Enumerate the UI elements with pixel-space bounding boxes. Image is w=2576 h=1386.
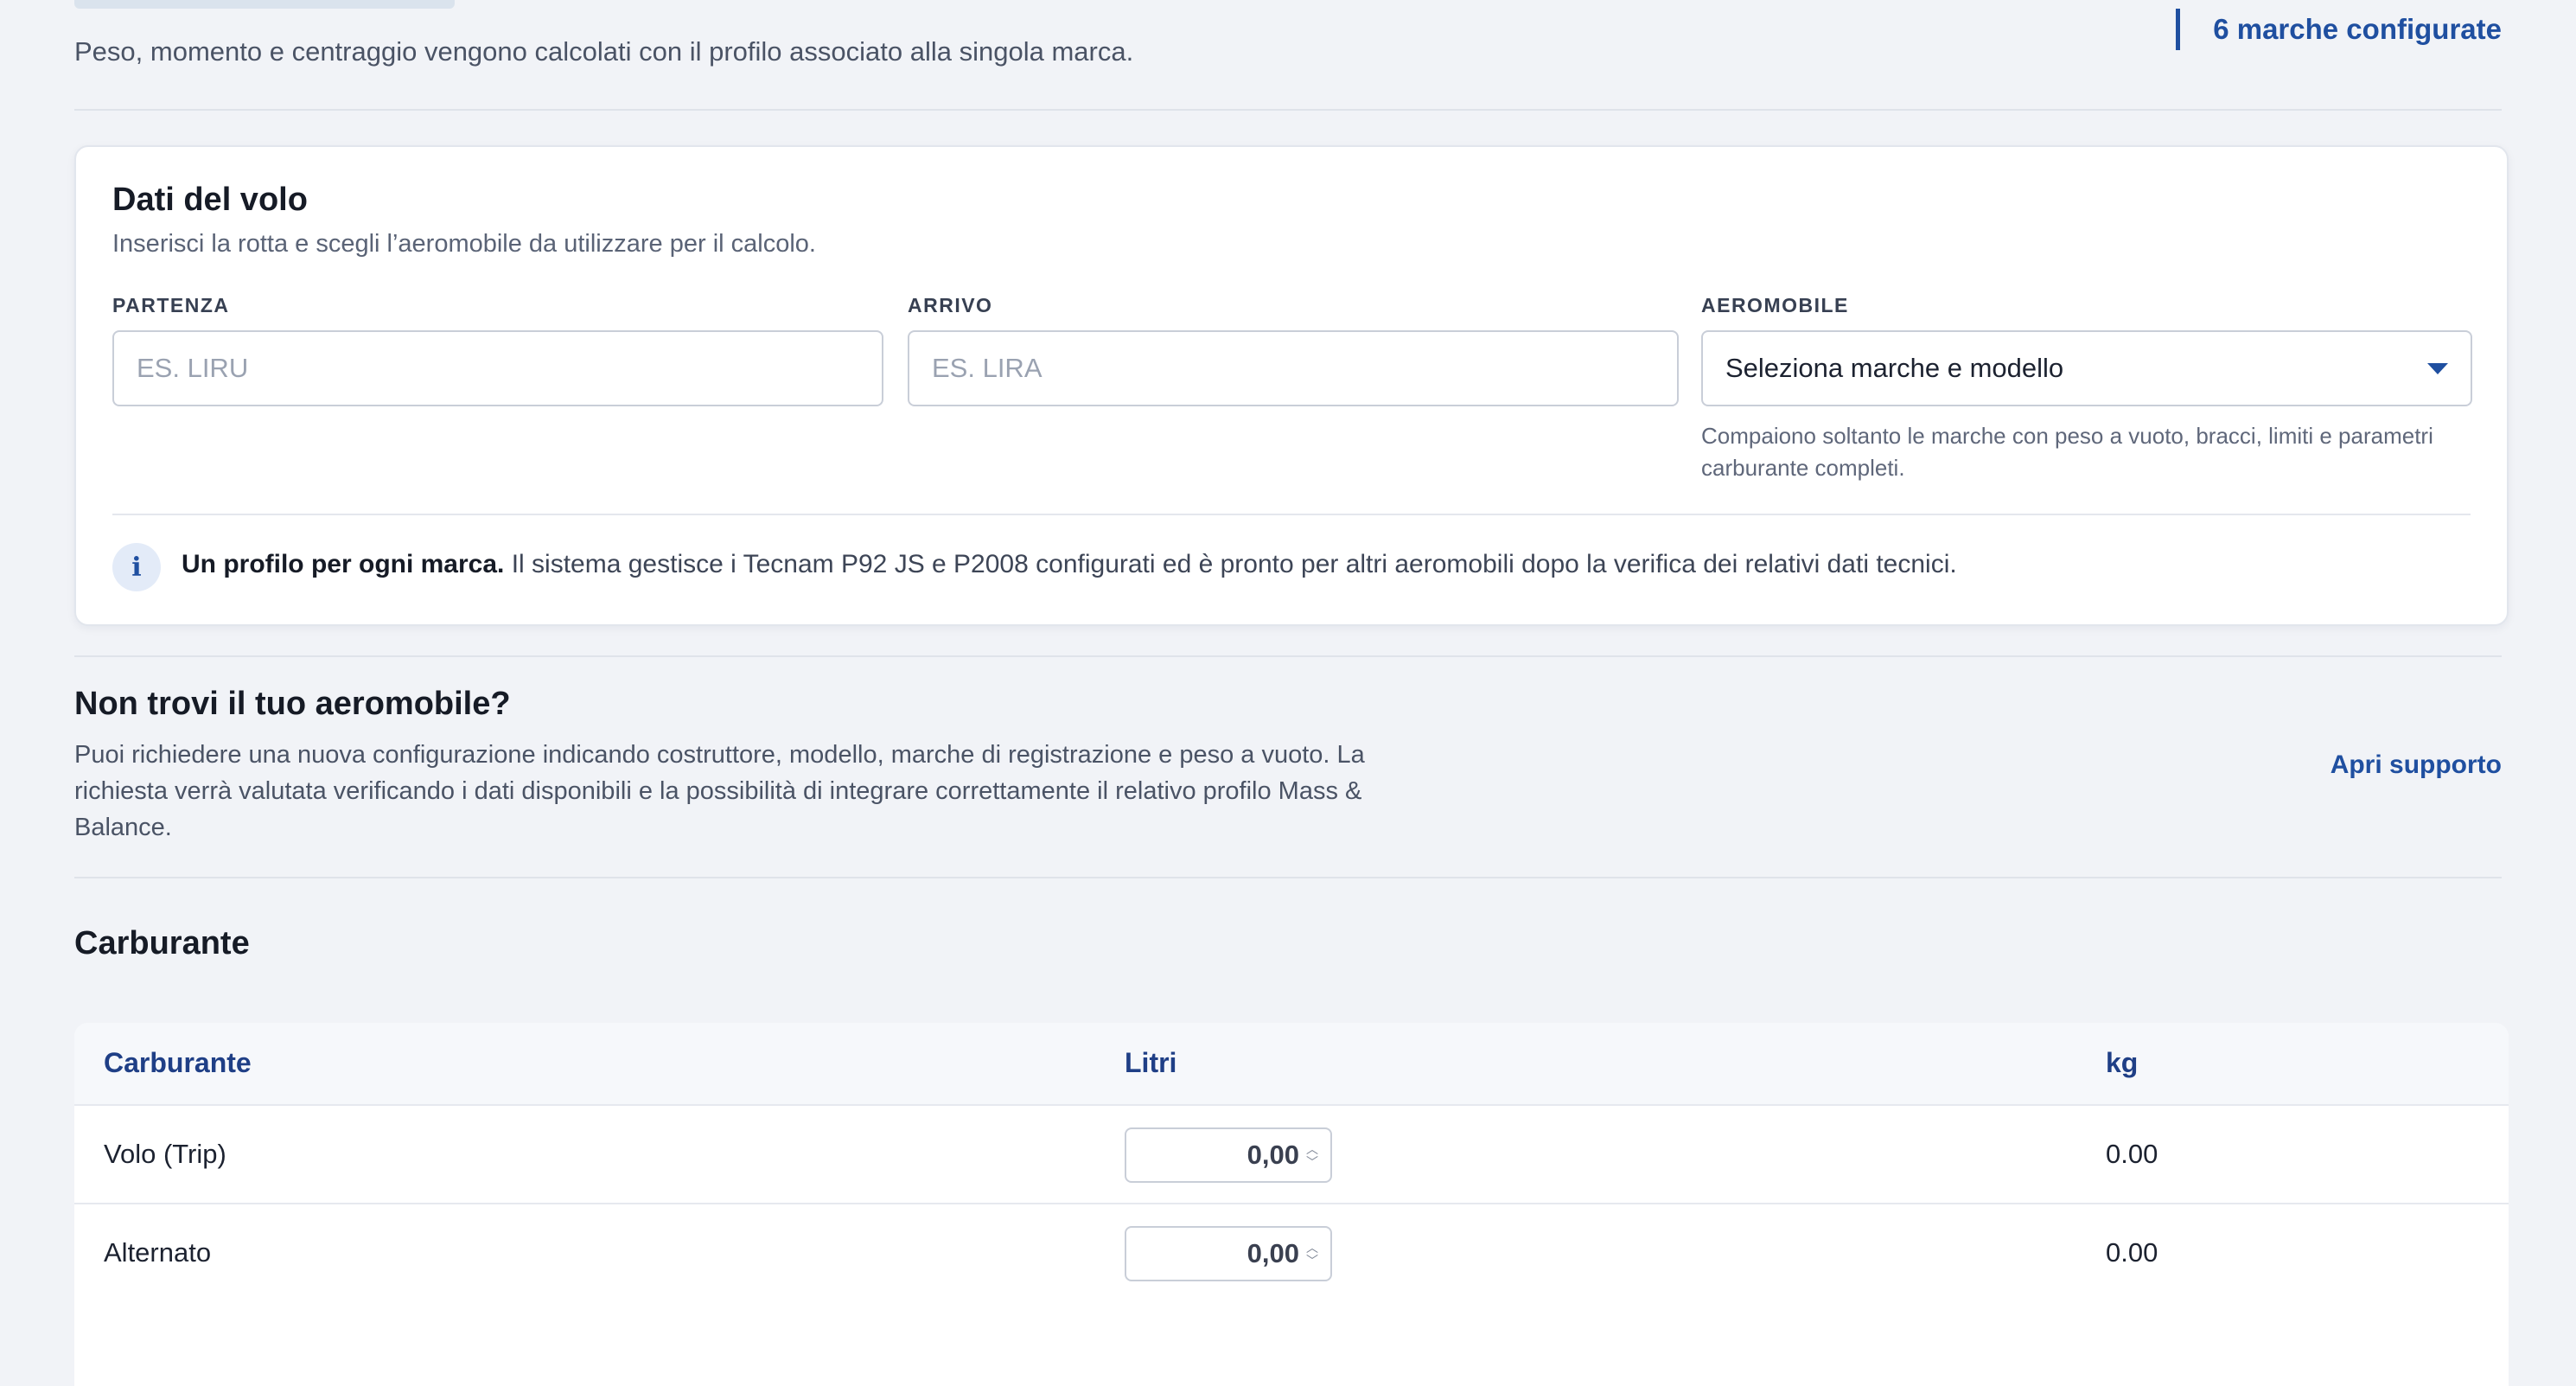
- table-row: Volo (Trip) 0,00 ︿ ﹀ 0.00: [74, 1104, 2509, 1203]
- fuel-table: Carburante Litri kg Volo (Trip) 0,00 ︿ ﹀ …: [74, 1023, 2509, 1386]
- info-icon: i: [112, 543, 161, 591]
- table-row: Alternato 0,00 ︿ ﹀ 0.00: [74, 1203, 2509, 1301]
- fuel-section-title: Carburante: [74, 925, 250, 961]
- flight-card-subtitle: Inserisci la rotta e scegli l’aeromobile…: [112, 230, 816, 258]
- info-message: Un profilo per ogni marca. Il sistema ge…: [182, 550, 1957, 579]
- departure-label: PARTENZA: [112, 294, 230, 316]
- support-title: Non trovi il tuo aeromobile?: [74, 686, 511, 722]
- info-message-bold: Un profilo per ogni marca.: [182, 550, 505, 578]
- flight-card-title: Dati del volo: [112, 182, 308, 218]
- departure-input[interactable]: [137, 353, 859, 384]
- configured-count-badge: 6 marche configurate: [2176, 9, 2502, 50]
- column-header-fuel: Carburante: [104, 1047, 252, 1078]
- column-header-litri: Litri: [1125, 1047, 1177, 1078]
- caret-down-icon: [2427, 362, 2448, 374]
- fuel-name: Alternato: [104, 1237, 212, 1268]
- litri-stepper[interactable]: 0,00 ︿ ﹀: [1125, 1226, 1332, 1281]
- aircraft-help-text: Compaiono soltanto le marche con peso a …: [1701, 423, 2433, 481]
- litri-value: 0,00: [1247, 1238, 1299, 1268]
- kg-value: 0.00: [2106, 1139, 2158, 1169]
- fuel-table-header: Carburante Litri kg: [74, 1023, 2509, 1104]
- aircraft-select[interactable]: Seleziona marche e modello: [1701, 330, 2472, 406]
- arrival-field-box: [908, 330, 1679, 406]
- kg-value: 0.00: [2106, 1237, 2158, 1268]
- section-divider: [74, 655, 2502, 657]
- open-support-link[interactable]: Apri supporto: [2331, 750, 2502, 780]
- info-message-text: Il sistema gestisce i Tecnam P92 JS e P2…: [511, 550, 1957, 578]
- arrival-label: ARRIVO: [908, 294, 993, 316]
- flight-data-card: Dati del volo Inserisci la rotta e scegl…: [74, 145, 2509, 626]
- litri-value: 0,00: [1247, 1140, 1299, 1170]
- section-divider: [74, 877, 2502, 878]
- litri-stepper[interactable]: 0,00 ︿ ﹀: [1125, 1127, 1332, 1183]
- support-text: Puoi richiedere una nuova configurazione…: [74, 741, 1365, 841]
- column-header-kg: kg: [2106, 1047, 2139, 1078]
- card-divider: [112, 514, 2471, 515]
- page-subtitle: Peso, momento e centraggio vengono calco…: [74, 36, 1134, 67]
- page-header: Peso, momento e centraggio vengono calco…: [74, 0, 2502, 111]
- aircraft-label: AEROMOBILE: [1701, 294, 1849, 316]
- fuel-name: Volo (Trip): [104, 1139, 226, 1169]
- spinner-icon[interactable]: ︿ ﹀: [1306, 1242, 1318, 1267]
- spinner-icon[interactable]: ︿ ﹀: [1306, 1143, 1318, 1168]
- arrival-input[interactable]: [932, 353, 1655, 384]
- aircraft-select-value: Seleziona marche e modello: [1725, 353, 2064, 383]
- departure-field-box: [112, 330, 883, 406]
